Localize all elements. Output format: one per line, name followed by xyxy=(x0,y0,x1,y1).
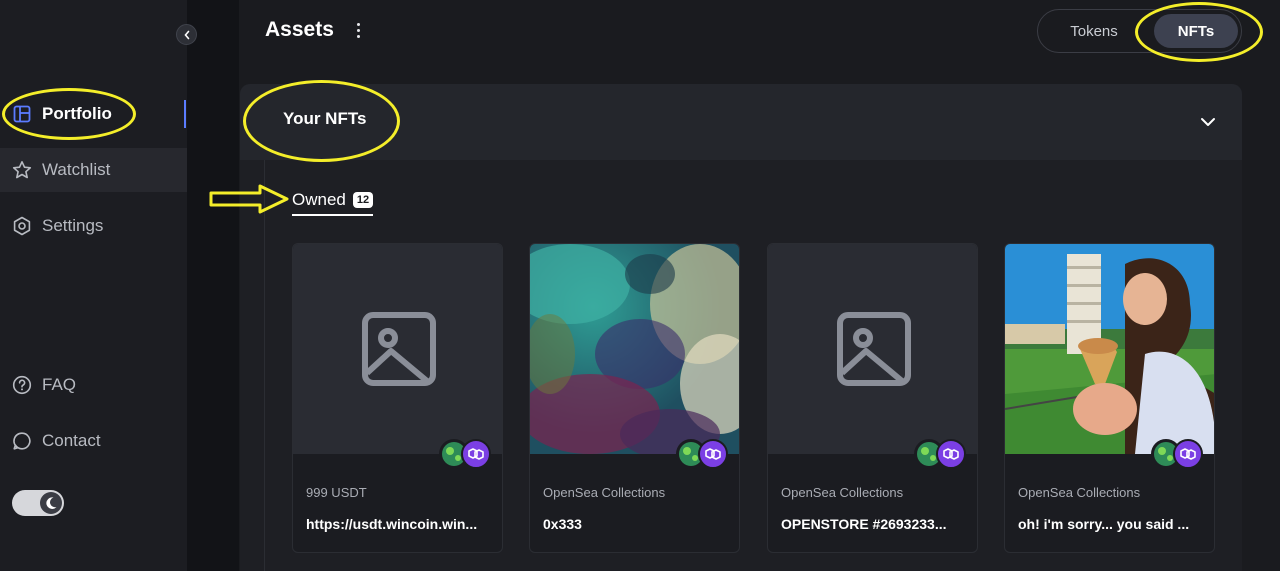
gear-icon xyxy=(12,216,32,236)
chain-badges xyxy=(1151,439,1207,469)
sidebar-item-label: Portfolio xyxy=(42,104,112,123)
nft-card[interactable]: OpenSea Collections OPENSTORE #2693233..… xyxy=(767,243,978,553)
sidebar-item-settings[interactable]: Settings xyxy=(0,204,187,248)
sidebar-item-label: Contact xyxy=(42,431,101,450)
card-collection: OpenSea Collections xyxy=(781,485,904,500)
card-image xyxy=(293,244,502,454)
asset-type-switch: Tokens NFTs xyxy=(1037,9,1242,53)
polygon-chain-icon xyxy=(1173,439,1203,469)
chevron-left-icon xyxy=(183,30,189,39)
sidebar: Portfolio Watchlist Settings FAQ Contact xyxy=(0,0,187,571)
more-options-icon[interactable] xyxy=(350,20,366,40)
chain-badges xyxy=(439,439,495,469)
card-title: OPENSTORE #2693233... xyxy=(781,516,947,532)
chain-badges xyxy=(676,439,732,469)
nft-card[interactable]: OpenSea Collections 0x333 xyxy=(529,243,740,553)
sidebar-item-label: FAQ xyxy=(42,375,77,394)
card-title: oh! i'm sorry... you said ... xyxy=(1018,516,1190,532)
portfolio-icon xyxy=(12,104,32,124)
chain-badges xyxy=(914,439,970,469)
panel-title: Your NFTs xyxy=(283,109,367,128)
card-collection: OpenSea Collections xyxy=(1018,485,1141,500)
star-icon xyxy=(12,160,32,180)
sidebar-item-contact[interactable]: Contact xyxy=(0,419,187,463)
owned-count-badge: 12 xyxy=(352,192,374,208)
sidebar-item-label: Settings xyxy=(42,216,104,235)
placeholder-image-icon xyxy=(836,312,911,386)
collapse-sidebar-button[interactable] xyxy=(176,24,197,45)
sidebar-item-faq[interactable]: FAQ xyxy=(0,363,187,407)
nft-card[interactable]: 999 USDT https://usdt.wincoin.win... xyxy=(292,243,503,553)
card-image xyxy=(768,244,977,454)
polygon-chain-icon xyxy=(698,439,728,469)
nft-card[interactable]: OpenSea Collections oh! i'm sorry... you… xyxy=(1004,243,1215,553)
tab-owned-label: Owned xyxy=(292,190,346,209)
abstract-artwork-image xyxy=(530,244,739,454)
sidebar-item-watchlist[interactable]: Watchlist xyxy=(0,148,187,192)
sidebar-item-portfolio[interactable]: Portfolio xyxy=(0,92,187,136)
help-icon xyxy=(12,375,32,395)
chevron-down-icon[interactable] xyxy=(1198,112,1218,132)
chat-icon xyxy=(12,431,32,451)
card-title: 0x333 xyxy=(543,516,582,532)
card-collection: 999 USDT xyxy=(306,485,367,500)
photo-image xyxy=(1005,244,1214,454)
page-title: Assets xyxy=(265,18,334,41)
card-title: https://usdt.wincoin.win... xyxy=(306,516,478,532)
tab-tokens[interactable]: Tokens xyxy=(1044,14,1144,48)
polygon-chain-icon xyxy=(936,439,966,469)
sidebar-gutter xyxy=(187,0,239,571)
tab-nfts[interactable]: NFTs xyxy=(1154,14,1238,48)
moon-icon xyxy=(40,492,62,514)
sidebar-item-label: Watchlist xyxy=(42,160,111,179)
card-collection: OpenSea Collections xyxy=(543,485,666,500)
placeholder-image-icon xyxy=(361,312,436,386)
polygon-chain-icon xyxy=(461,439,491,469)
theme-toggle[interactable] xyxy=(12,490,64,516)
tab-owned[interactable]: Owned 12 xyxy=(292,186,374,216)
arrow-annotation-icon xyxy=(209,184,289,214)
active-indicator xyxy=(184,100,186,128)
panel-header[interactable]: Your NFTs xyxy=(240,84,1242,160)
